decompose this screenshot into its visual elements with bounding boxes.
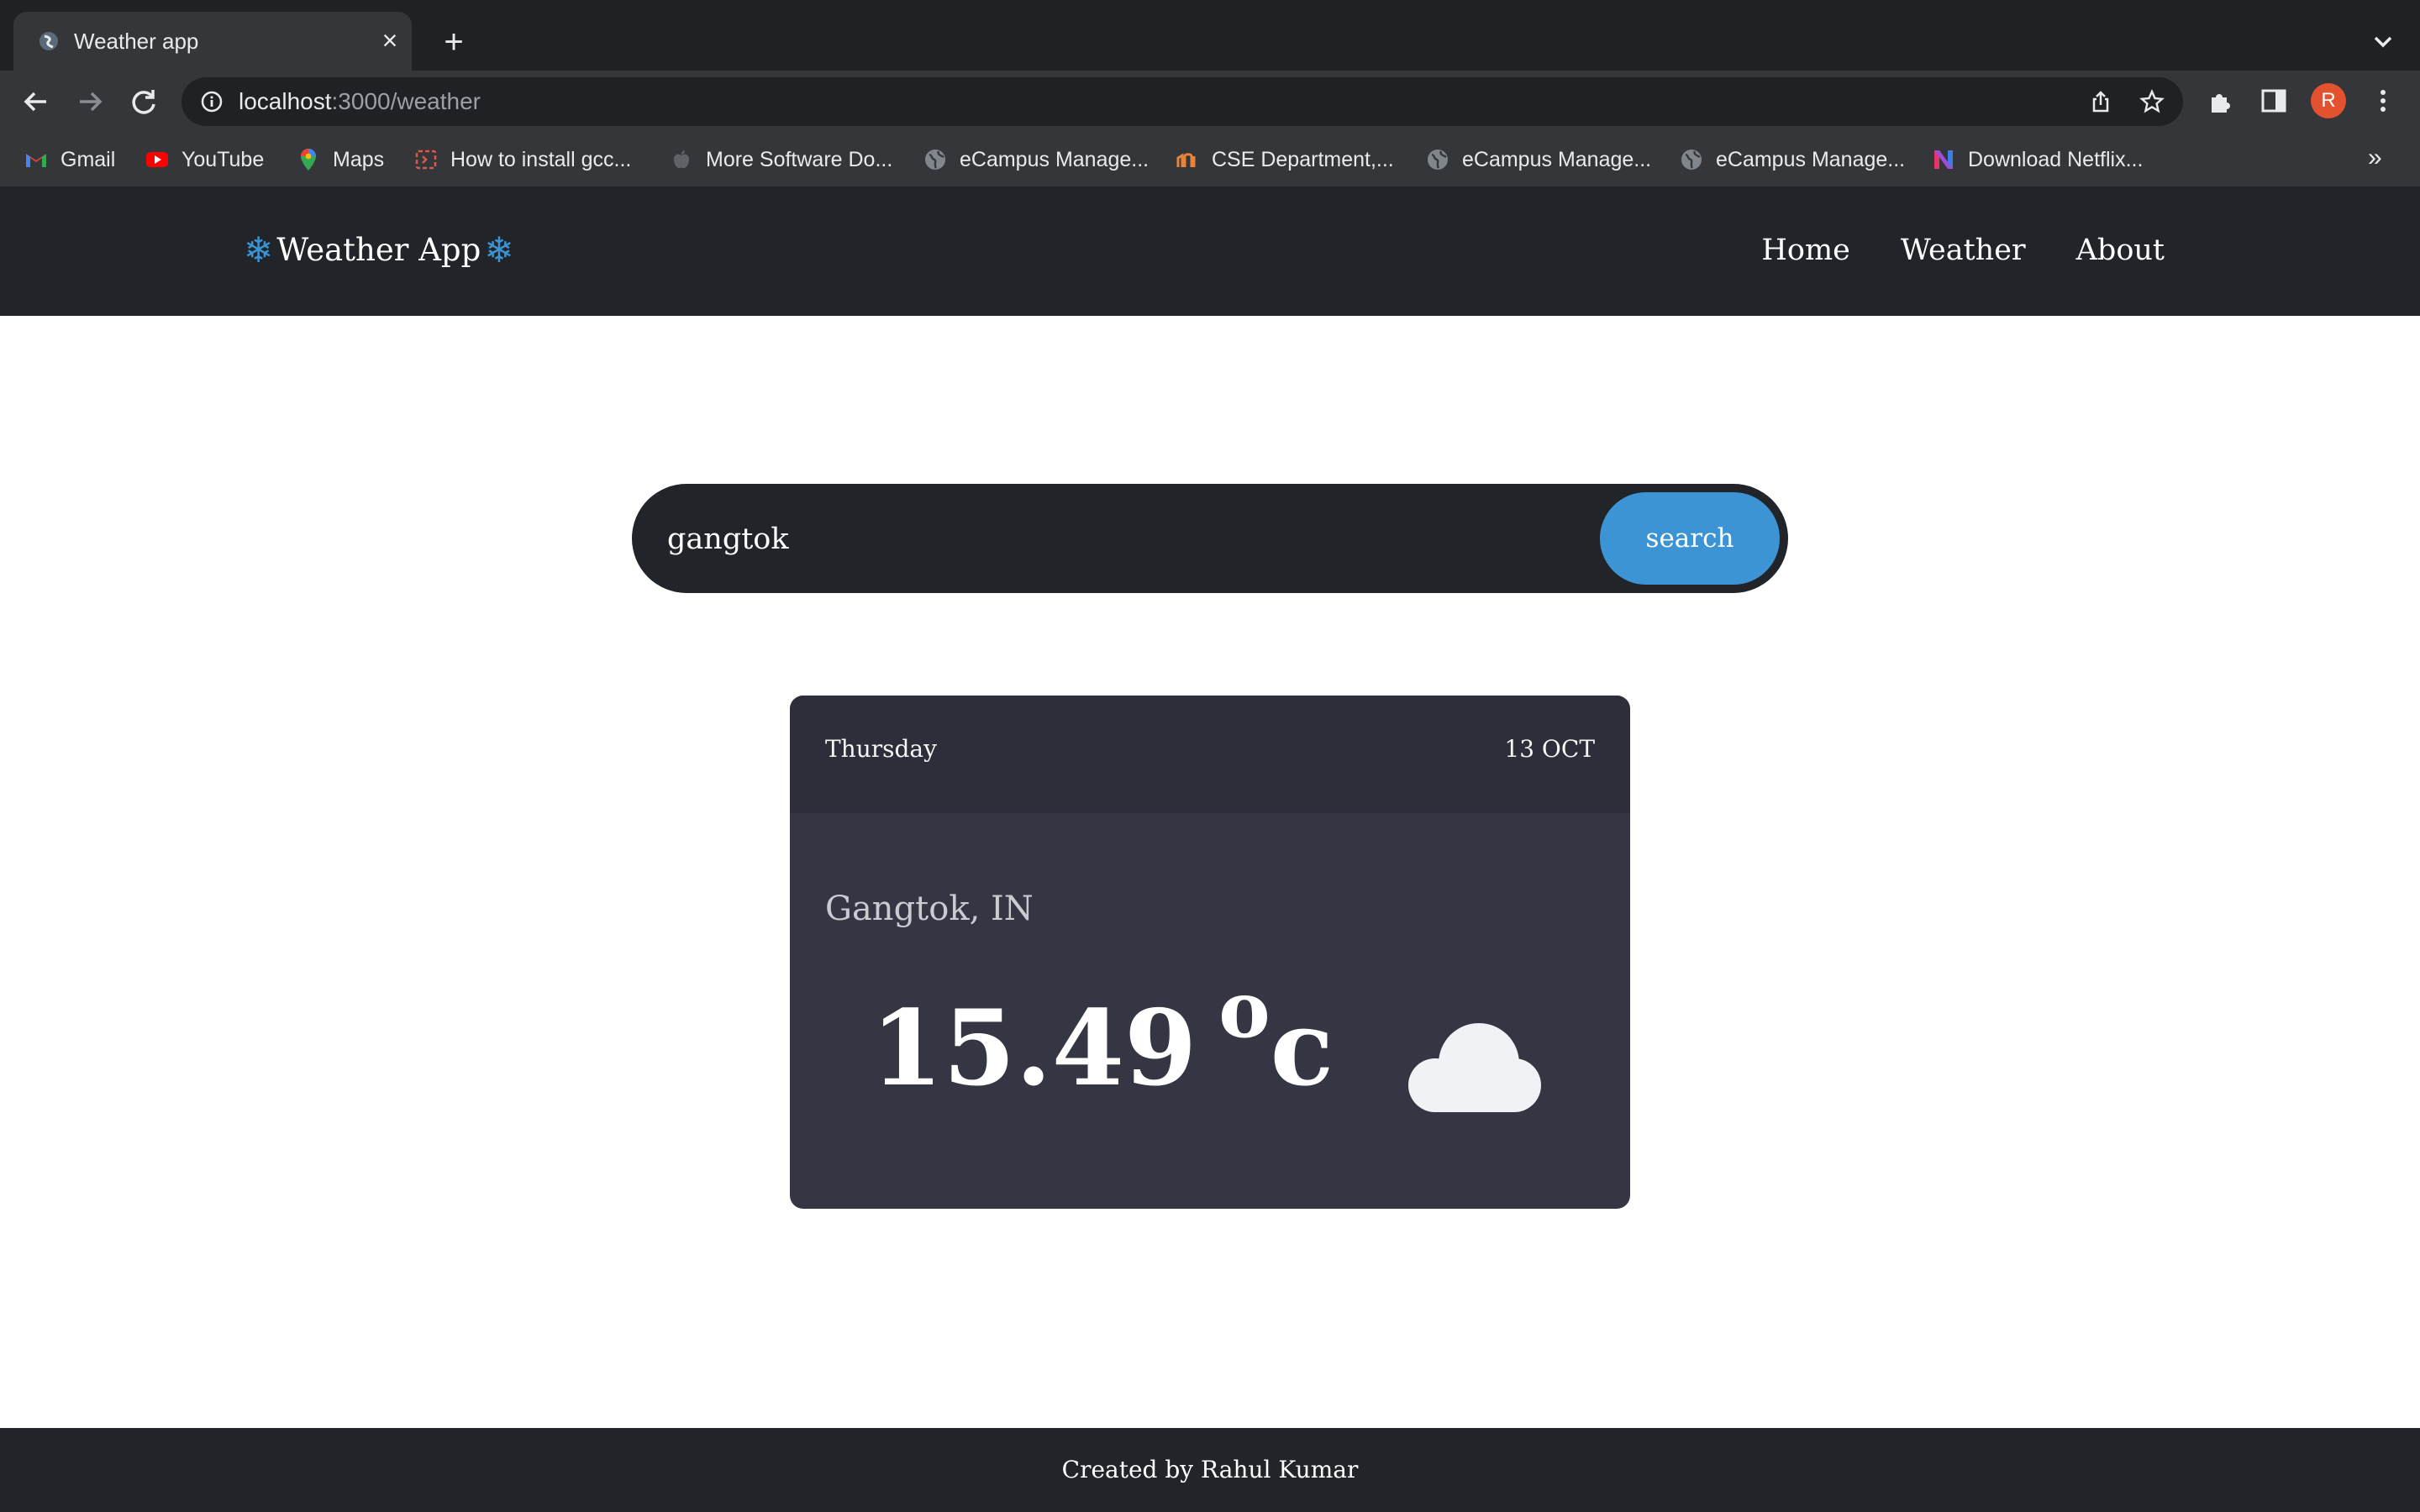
bookmark-label: How to install gcc... bbox=[450, 148, 632, 171]
gmail-icon bbox=[26, 154, 46, 167]
maps-icon bbox=[301, 149, 316, 171]
nav-about-link[interactable]: About bbox=[2076, 227, 2165, 274]
globe-icon bbox=[925, 150, 945, 170]
close-icon[interactable]: × bbox=[376, 27, 403, 54]
bookmark-label: eCampus Manage... bbox=[1462, 148, 1652, 171]
bookmark-label: CSE Department,... bbox=[1212, 148, 1394, 171]
youtube-icon bbox=[146, 152, 168, 167]
brand-logo[interactable]: ❄ Weather App ❄ bbox=[244, 227, 514, 274]
weather-city: Gangtok, IN bbox=[825, 890, 1034, 928]
weather-card: Thursday 13 OCT Gangtok, IN 15.49 o c bbox=[790, 696, 1630, 1209]
bookmark-gmail[interactable]: Gmail bbox=[24, 146, 115, 173]
bookmark-youtube[interactable]: YouTube bbox=[145, 146, 264, 173]
temperature-value: 15.49 bbox=[871, 988, 1197, 1110]
weather-day: Thursday bbox=[825, 735, 937, 763]
nav-links: Home Weather About bbox=[1761, 227, 2165, 274]
temperature-display: 15.49 o c bbox=[871, 971, 1334, 1112]
tab-title: Weather app bbox=[74, 29, 199, 54]
bookmark-software[interactable]: More Software Do... bbox=[669, 146, 892, 173]
footer-credit: Created by Rahul Kumar bbox=[1061, 1456, 1359, 1483]
unit-letter: c bbox=[1270, 988, 1334, 1110]
city-search-input[interactable] bbox=[666, 509, 1543, 570]
bookmark-gcc[interactable]: How to install gcc... bbox=[413, 146, 631, 173]
bookmark-star-icon[interactable] bbox=[2139, 89, 2165, 114]
site-navbar: ❄ Weather App ❄ Home Weather About bbox=[0, 186, 2420, 316]
bookmark-maps[interactable]: Maps bbox=[296, 146, 384, 173]
degree-symbol: o bbox=[1218, 964, 1270, 1055]
side-panel-icon[interactable] bbox=[2259, 86, 2289, 116]
reload-icon[interactable] bbox=[126, 84, 161, 119]
bookmark-netflix[interactable]: Download Netflix... bbox=[1931, 146, 2143, 173]
bookmark-label: Download Netflix... bbox=[1968, 148, 2144, 171]
nav-home-link[interactable]: Home bbox=[1761, 227, 1850, 274]
profile-avatar[interactable]: R bbox=[2311, 83, 2346, 118]
brand-title: Weather App bbox=[276, 232, 481, 268]
new-tab-icon[interactable]: + bbox=[437, 25, 471, 59]
netflix-icon bbox=[1934, 150, 1953, 169]
url-text: localhost:3000/weather bbox=[239, 87, 481, 116]
tab-strip: Weather app × + bbox=[0, 0, 2420, 71]
info-icon[interactable] bbox=[200, 90, 224, 113]
chevron-down-icon[interactable] bbox=[2368, 27, 2398, 57]
globe-icon bbox=[1681, 150, 1702, 170]
bookmark-ecampus-2[interactable]: eCampus Manage... bbox=[1425, 146, 1651, 173]
bookmark-label: More Software Do... bbox=[706, 148, 893, 171]
url-path: :3000/weather bbox=[331, 88, 481, 114]
bookmark-label: Gmail bbox=[60, 148, 116, 171]
more-menu-icon[interactable] bbox=[2368, 86, 2398, 116]
bookmark-ecampus-1[interactable]: eCampus Manage... bbox=[923, 146, 1149, 173]
bookmark-label: YouTube bbox=[182, 148, 265, 171]
url-host: localhost bbox=[239, 88, 332, 114]
bookmark-cse[interactable]: CSE Department,... bbox=[1175, 146, 1394, 173]
temperature-unit: o c bbox=[1218, 971, 1334, 1112]
snowflake-icon: ❄ bbox=[484, 229, 514, 270]
globe-icon bbox=[1428, 150, 1448, 170]
search-form: search bbox=[632, 484, 1788, 593]
cloud-icon bbox=[1408, 1023, 1541, 1112]
bookmark-label: eCampus Manage... bbox=[1716, 148, 1906, 171]
nav-weather-link[interactable]: Weather bbox=[1901, 227, 2026, 274]
favicon-icon bbox=[39, 32, 58, 50]
browser-toolbar: localhost:3000/weather R bbox=[0, 71, 2420, 133]
address-bar[interactable]: localhost:3000/weather bbox=[182, 77, 2183, 126]
bookmark-label: eCampus Manage... bbox=[960, 148, 1150, 171]
extensions-icon[interactable] bbox=[2207, 86, 2237, 116]
share-icon[interactable] bbox=[2089, 90, 2112, 113]
back-icon[interactable] bbox=[18, 84, 54, 119]
forward-icon[interactable] bbox=[72, 84, 108, 119]
weather-date: 13 OCT bbox=[1504, 735, 1595, 763]
site-icon bbox=[1176, 153, 1196, 167]
bookmark-ecampus-3[interactable]: eCampus Manage... bbox=[1679, 146, 1905, 173]
snowflake-icon: ❄ bbox=[244, 229, 274, 270]
bookmark-label: Maps bbox=[333, 148, 385, 171]
browser-chrome: Weather app × + localhost:3000/weather R… bbox=[0, 0, 2420, 186]
browser-tab[interactable]: Weather app × bbox=[13, 12, 412, 71]
site-footer: Created by Rahul Kumar bbox=[0, 1428, 2420, 1512]
apple-icon bbox=[674, 150, 689, 169]
bookmarks-overflow-icon[interactable]: » bbox=[2368, 143, 2382, 173]
page-icon bbox=[415, 150, 437, 170]
search-button[interactable]: search bbox=[1600, 492, 1780, 585]
bookmarks-bar: Gmail YouTube Maps How to install gcc...… bbox=[0, 133, 2420, 186]
weather-card-header: Thursday 13 OCT bbox=[790, 696, 1630, 813]
